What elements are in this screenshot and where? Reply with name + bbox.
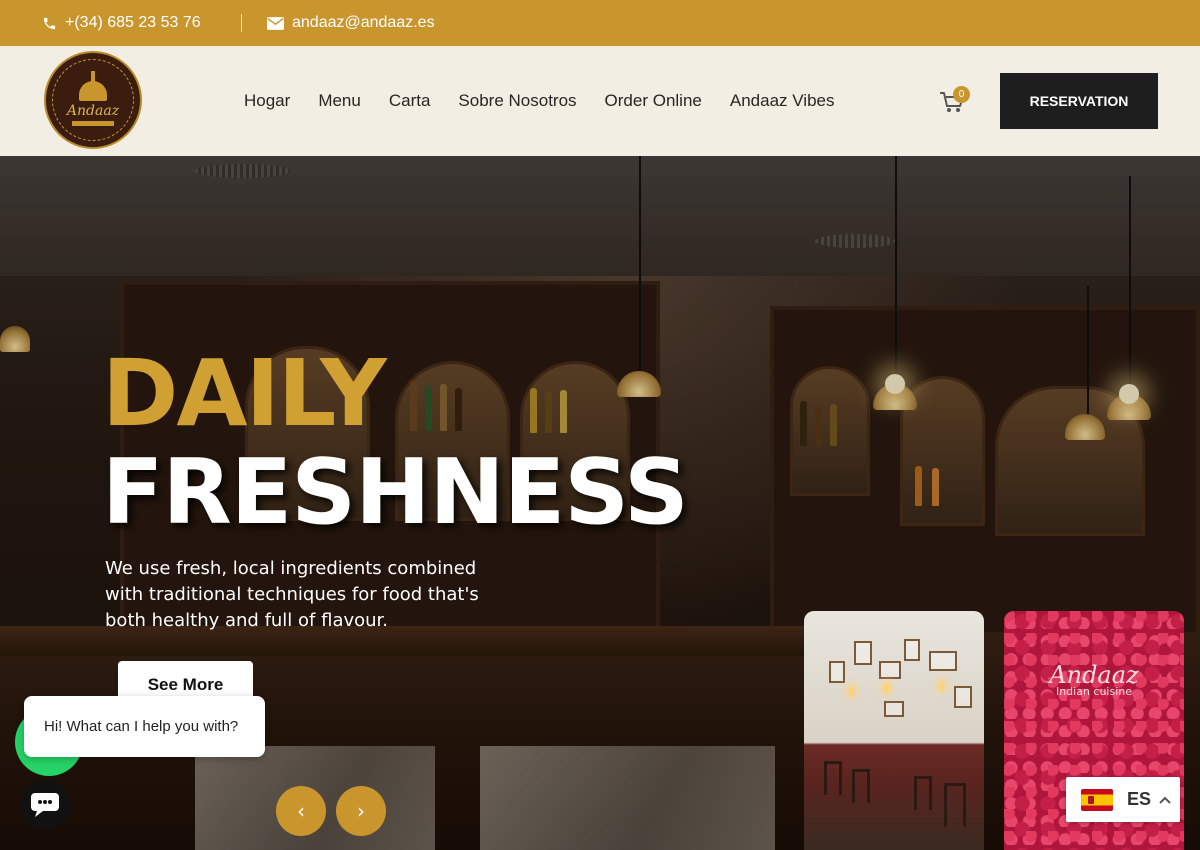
- chat-greeting-bubble[interactable]: Hi! What can I help you with?: [24, 696, 265, 757]
- wall-frame: [884, 701, 904, 717]
- hero-description: We use fresh, local ingredients combined…: [105, 558, 479, 631]
- logo-dome-icon: [79, 81, 107, 101]
- dining-chair: [944, 783, 966, 827]
- andaaz-logo[interactable]: Andaaz: [44, 51, 142, 149]
- language-code: ES: [1127, 789, 1152, 809]
- nav-item-order-online[interactable]: Order Online: [605, 91, 702, 111]
- phone-number: +(34) 685 23 53 76: [65, 14, 201, 31]
- logo-underline: [72, 121, 114, 126]
- spain-flag-icon: [1081, 788, 1113, 811]
- wall-frame: [904, 639, 920, 661]
- slider-next-button[interactable]: ›: [336, 786, 386, 836]
- hero-title-freshness: FRESHNESS: [102, 440, 689, 545]
- phone-link[interactable]: +(34) 685 23 53 76: [42, 0, 201, 46]
- slider-prev-button[interactable]: ‹: [276, 786, 326, 836]
- top-bar: +(34) 685 23 53 76 andaaz@andaaz.es: [0, 0, 1200, 46]
- chat-launcher-button[interactable]: [20, 780, 70, 830]
- reservation-button[interactable]: RESERVATION: [1000, 73, 1158, 129]
- logo-text: Andaaz: [66, 103, 120, 119]
- nav-item-carta[interactable]: Carta: [389, 91, 431, 111]
- nav-item-menu[interactable]: Menu: [318, 91, 361, 111]
- divider: [241, 14, 242, 32]
- wall-frame: [954, 686, 972, 708]
- nav-item-sobre-nosotros[interactable]: Sobre Nosotros: [458, 91, 576, 111]
- flower-wall-subtitle: Indian cuisine: [1055, 685, 1133, 698]
- wall-light: [939, 681, 944, 691]
- dining-chair: [824, 761, 842, 795]
- hero-title-daily: DAILY: [102, 340, 387, 447]
- wall-frame: [829, 661, 845, 683]
- main-nav: Hogar Menu Carta Sobre Nosotros Order On…: [244, 46, 862, 156]
- wall-frame: [854, 641, 872, 665]
- phone-icon: [43, 17, 56, 29]
- language-switcher[interactable]: ES: [1066, 777, 1180, 822]
- nav-item-andaaz-vibes[interactable]: Andaaz Vibes: [730, 91, 835, 111]
- wall-light: [849, 686, 854, 696]
- wall-frame: [879, 661, 901, 679]
- wall-frame: [929, 651, 957, 671]
- cart-count-badge: 0: [953, 86, 970, 103]
- email-address: andaaz@andaaz.es: [292, 14, 435, 31]
- slide-thumbnail-dining-room[interactable]: [804, 611, 984, 850]
- site-header: Andaaz Hogar Menu Carta Sobre Nosotros O…: [0, 46, 1200, 156]
- chat-greeting-text: Hi! What can I help you with?: [44, 718, 239, 735]
- email-link[interactable]: andaaz@andaaz.es: [267, 0, 435, 46]
- wall-light: [884, 683, 889, 693]
- nav-item-hogar[interactable]: Hogar: [244, 91, 290, 111]
- dining-chair: [852, 769, 870, 803]
- envelope-icon: [267, 16, 284, 30]
- chat-bubble-icon: [31, 793, 59, 817]
- dining-chair: [914, 776, 932, 810]
- chevron-up-icon: [1159, 796, 1171, 804]
